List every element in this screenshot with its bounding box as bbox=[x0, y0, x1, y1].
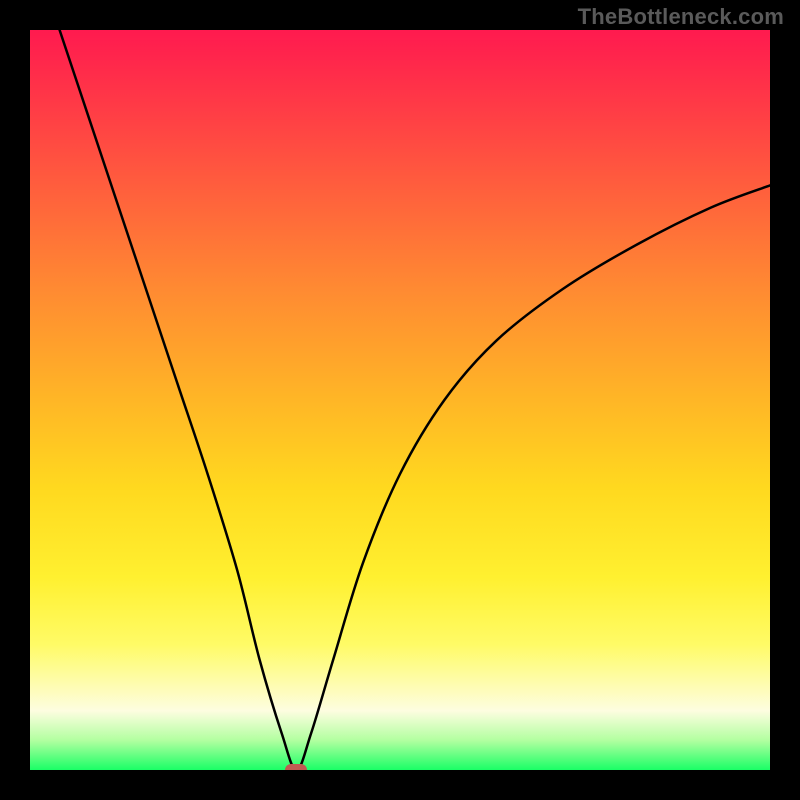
watermark-label: TheBottleneck.com bbox=[578, 4, 784, 30]
bottleneck-curve bbox=[30, 30, 770, 770]
plot-area bbox=[30, 30, 770, 770]
chart-frame: TheBottleneck.com bbox=[0, 0, 800, 800]
optimum-marker bbox=[285, 764, 307, 770]
